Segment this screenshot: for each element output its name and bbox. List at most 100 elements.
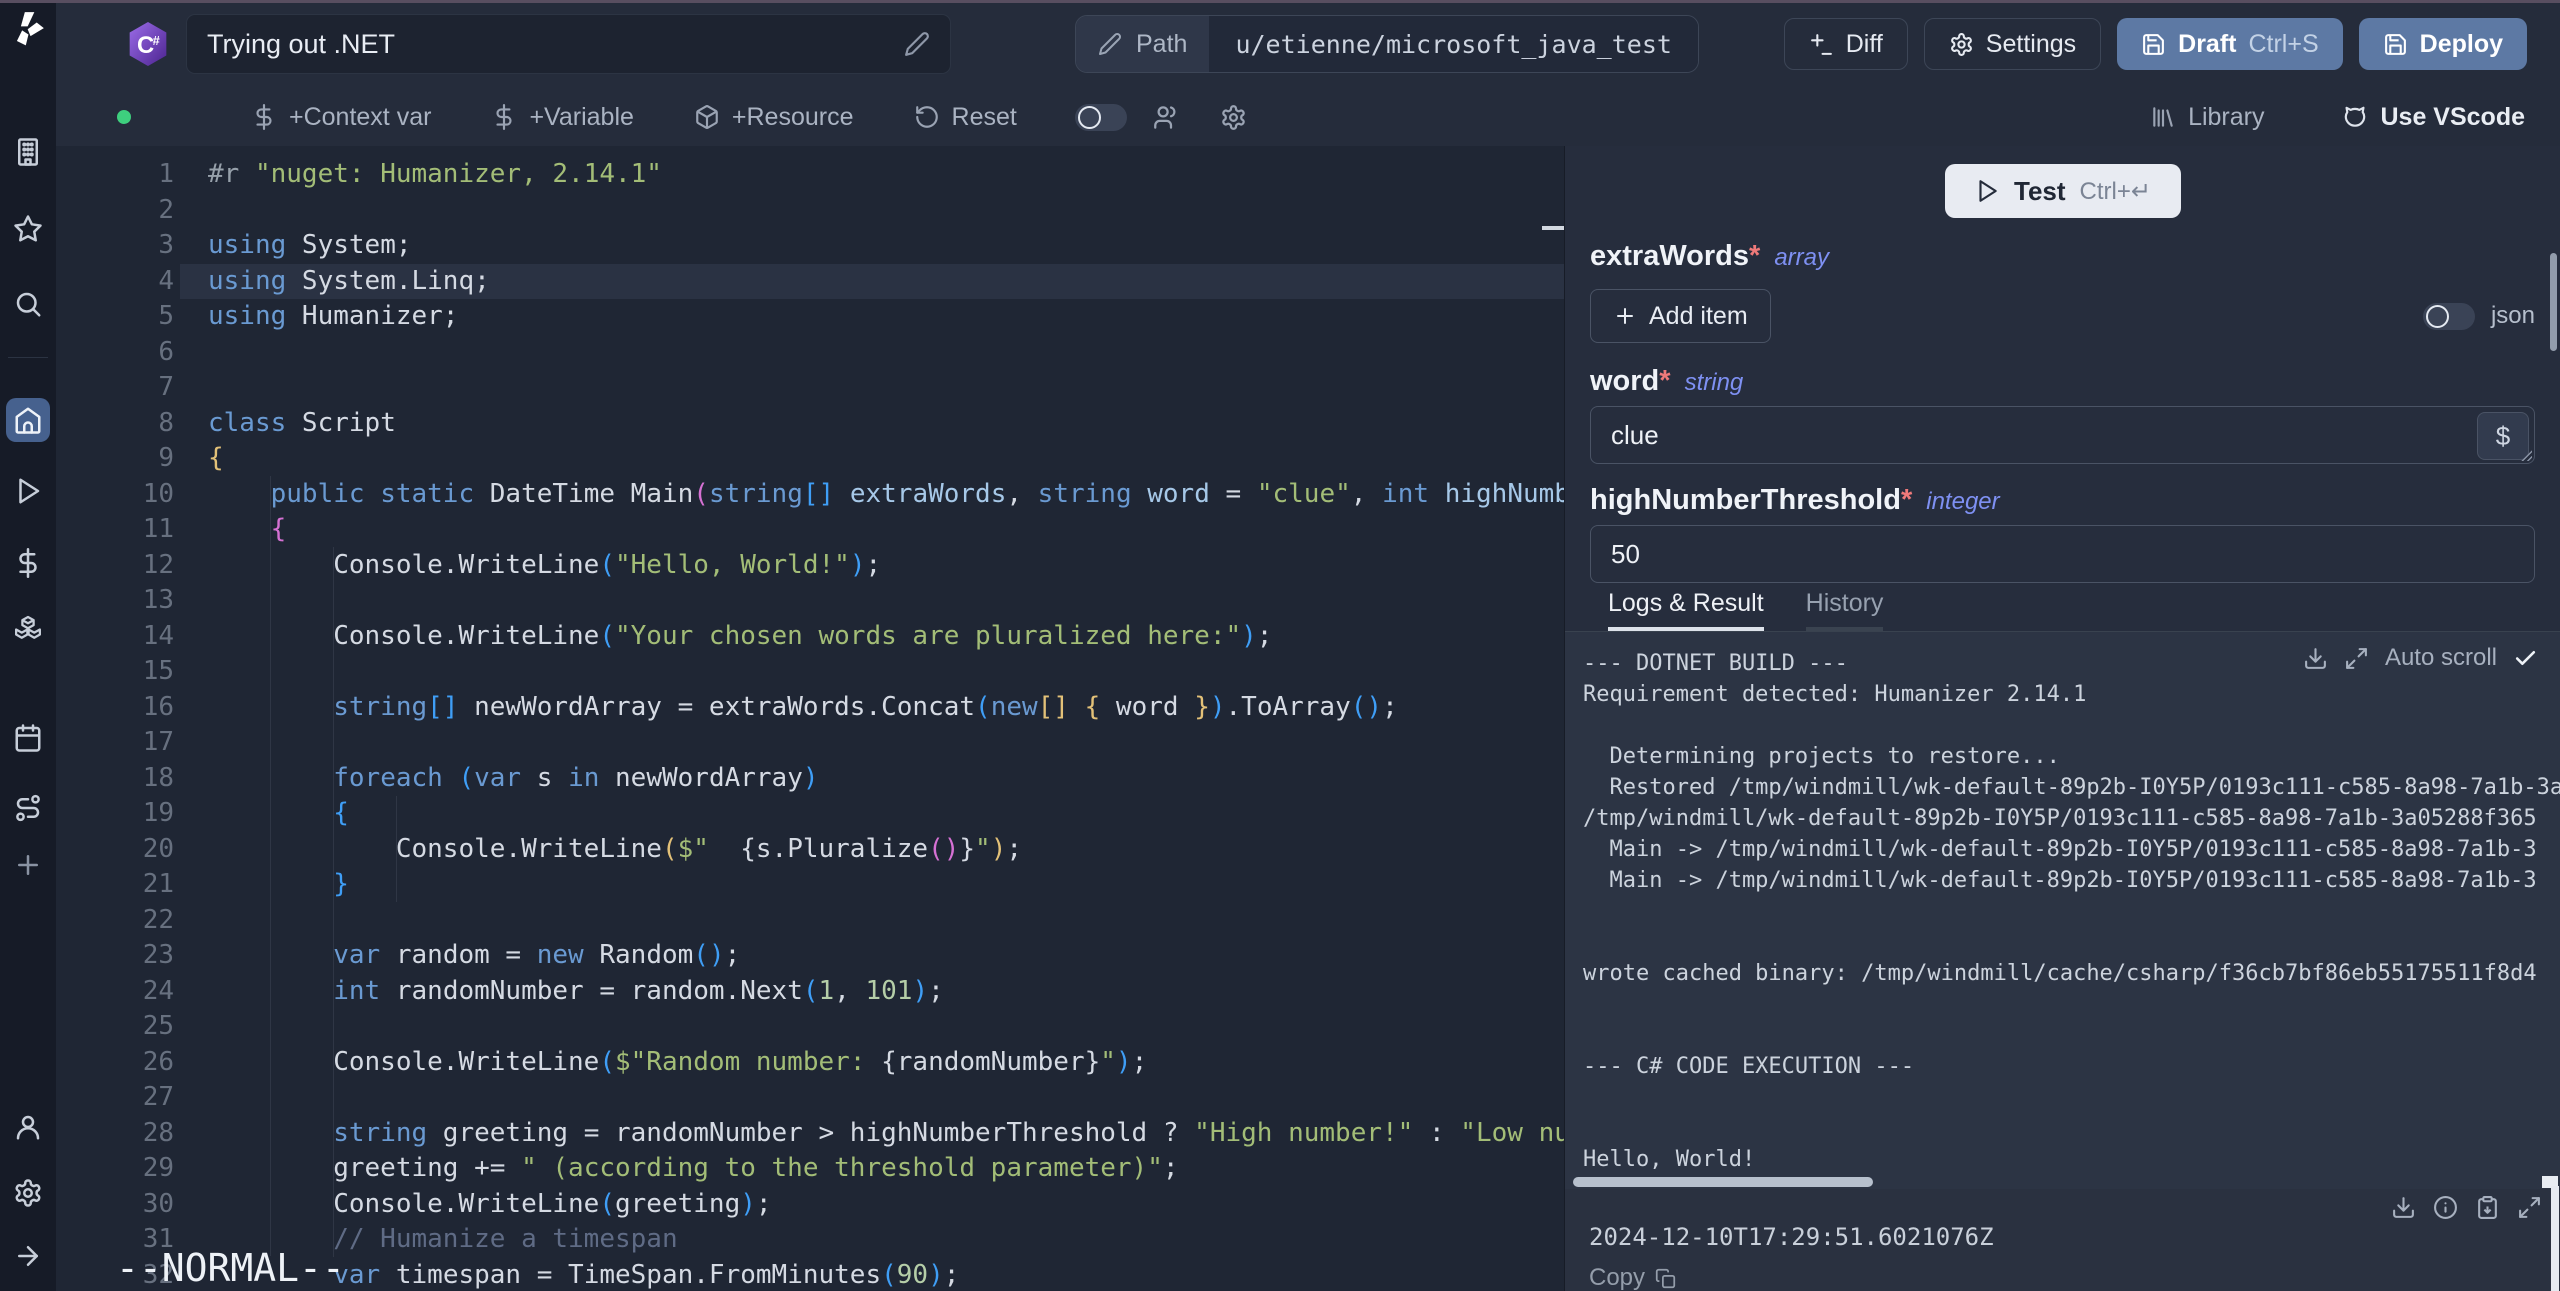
test-label: Test	[2014, 176, 2066, 207]
code-line[interactable]: 7	[56, 370, 1564, 406]
form-scrollbar[interactable]	[2550, 253, 2557, 351]
clipboard-copy-icon[interactable]	[2475, 1195, 2500, 1220]
user-icon[interactable]	[13, 1112, 43, 1142]
code-line[interactable]: 12 Console.WriteLine("Hello, World!");	[56, 548, 1564, 584]
code-line[interactable]: 16 string[] newWordArray = extraWords.Co…	[56, 690, 1564, 726]
tab-logs-result[interactable]: Logs & Result	[1608, 589, 1764, 631]
code-line[interactable]: 20 Console.WriteLine($" {s.Pluralize()}"…	[56, 832, 1564, 868]
edit-title-pencil-icon[interactable]	[904, 31, 930, 57]
flows-route-icon[interactable]	[13, 793, 43, 823]
code-line[interactable]: 6	[56, 335, 1564, 371]
toolbar-toggle[interactable]	[1075, 104, 1127, 131]
result-scrollbar[interactable]	[2551, 1186, 2559, 1291]
runs-play-icon[interactable]	[13, 476, 43, 506]
hscroll-thumb[interactable]	[1573, 1177, 1873, 1187]
code-line[interactable]: 13	[56, 583, 1564, 619]
code-line[interactable]: 22	[56, 903, 1564, 939]
code-line[interactable]: 15	[56, 654, 1564, 690]
code-line[interactable]: 21 }	[56, 867, 1564, 903]
users-icon[interactable]	[1153, 104, 1180, 131]
resources-boxes-icon[interactable]	[13, 612, 43, 642]
favorites-star-icon[interactable]	[13, 214, 43, 244]
path-label: Path	[1136, 30, 1187, 59]
code-editor[interactable]: 1#r "nuget: Humanizer, 2.14.1"23using Sy…	[56, 146, 1564, 1291]
workspace-building-icon[interactable]	[13, 137, 43, 167]
highnumberthreshold-input[interactable]	[1590, 525, 2535, 583]
search-icon[interactable]	[13, 289, 43, 319]
library-button[interactable]: Library	[2150, 103, 2264, 132]
settings-gear-icon[interactable]	[13, 1178, 43, 1208]
code-line[interactable]: 9{	[56, 441, 1564, 477]
diff-button[interactable]: Diff	[1784, 18, 1908, 70]
copy-button[interactable]: Copy	[1589, 1264, 2542, 1291]
code-line[interactable]: 29 greeting += " (according to the thres…	[56, 1151, 1564, 1187]
expand-logs-icon[interactable]	[2344, 646, 2369, 671]
code-line[interactable]: 17	[56, 725, 1564, 761]
code-line[interactable]: 2	[56, 193, 1564, 229]
use-vscode-button[interactable]: Use VScode	[2342, 103, 2525, 132]
add-variable-button[interactable]: +Variable	[491, 103, 633, 132]
code-line[interactable]: 24 int randomNumber = random.Next(1, 101…	[56, 974, 1564, 1010]
word-input[interactable]	[1590, 406, 2535, 464]
test-button[interactable]: Test Ctrl+↵	[1945, 164, 2181, 218]
collapse-arrow-icon[interactable]	[13, 1241, 43, 1271]
download-result-icon[interactable]	[2391, 1195, 2416, 1220]
code-line[interactable]: 4using System.Linq;	[56, 264, 1564, 300]
windmill-logo-icon[interactable]	[9, 9, 47, 47]
info-icon[interactable]	[2433, 1195, 2458, 1220]
code-line[interactable]: 14 Console.WriteLine("Your chosen words …	[56, 619, 1564, 655]
code-line[interactable]: 11 {	[56, 512, 1564, 548]
tab-history[interactable]: History	[1806, 589, 1884, 631]
code-line[interactable]: 3using System;	[56, 228, 1564, 264]
copy-icon	[1655, 1268, 1676, 1289]
draft-button[interactable]: Draft Ctrl+S	[2117, 18, 2343, 70]
code-line[interactable]: 1#r "nuget: Humanizer, 2.14.1"	[56, 157, 1564, 193]
add-item-button[interactable]: Add item	[1590, 289, 1771, 343]
line-number: 5	[56, 299, 174, 335]
code-line[interactable]: 19 {	[56, 796, 1564, 832]
code-line[interactable]: 26 Console.WriteLine($"Random number: {r…	[56, 1045, 1564, 1081]
copy-label: Copy	[1589, 1264, 1645, 1291]
line-number: 16	[56, 690, 174, 726]
diff-label: Diff	[1846, 30, 1883, 59]
save-icon	[2141, 32, 2166, 57]
add-plus-icon[interactable]	[13, 850, 43, 880]
add-context-var-button[interactable]: +Context var	[251, 103, 431, 132]
field-name: extraWords	[1590, 240, 1749, 272]
variables-dollar-icon[interactable]	[13, 548, 43, 578]
play-icon	[1974, 178, 2000, 204]
code-line[interactable]: 27	[56, 1080, 1564, 1116]
code-line[interactable]: 25	[56, 1009, 1564, 1045]
code-lines: 1#r "nuget: Humanizer, 2.14.1"23using Sy…	[56, 146, 1564, 1291]
path-label-section: Path	[1076, 16, 1209, 72]
expand-result-icon[interactable]	[2517, 1195, 2542, 1220]
code-line[interactable]: 5using Humanizer;	[56, 299, 1564, 335]
code-line[interactable]: 18 foreach (var s in newWordArray)	[56, 761, 1564, 797]
settings-button[interactable]: Settings	[1924, 18, 2101, 70]
code-line[interactable]: 10 public static DateTime Main(string[] …	[56, 477, 1564, 513]
line-number: 24	[56, 974, 174, 1010]
code-line[interactable]: 8class Script	[56, 406, 1564, 442]
dollar-icon	[251, 104, 277, 130]
line-number: 4	[56, 264, 174, 300]
download-logs-icon[interactable]	[2303, 646, 2328, 671]
line-number: 7	[56, 370, 174, 406]
resize-handle[interactable]	[2520, 449, 2532, 461]
logs-hscrollbar	[1565, 1176, 2560, 1189]
add-item-label: Add item	[1649, 302, 1748, 331]
editor-settings-gear-icon[interactable]	[1220, 104, 1247, 131]
reset-button[interactable]: Reset	[914, 103, 1017, 132]
path-field[interactable]: Path u/etienne/microsoft_java_test	[1075, 15, 1699, 73]
script-title-field[interactable]: Trying out .NET	[186, 14, 951, 74]
sidebar-item-home[interactable]	[6, 398, 50, 442]
code-line[interactable]: 30 Console.WriteLine(greeting);	[56, 1187, 1564, 1223]
add-resource-button[interactable]: +Resource	[694, 103, 854, 132]
deploy-button[interactable]: Deploy	[2359, 18, 2527, 70]
schedules-calendar-icon[interactable]	[13, 723, 43, 753]
code-line[interactable]: 28 string greeting = randomNumber > high…	[56, 1116, 1564, 1152]
required-asterisk: *	[1901, 484, 1912, 516]
edit-path-pencil-icon	[1098, 32, 1122, 56]
code-line[interactable]: 23 var random = new Random();	[56, 938, 1564, 974]
json-toggle[interactable]	[2423, 303, 2475, 330]
autoscroll-check-icon[interactable]	[2513, 646, 2538, 671]
